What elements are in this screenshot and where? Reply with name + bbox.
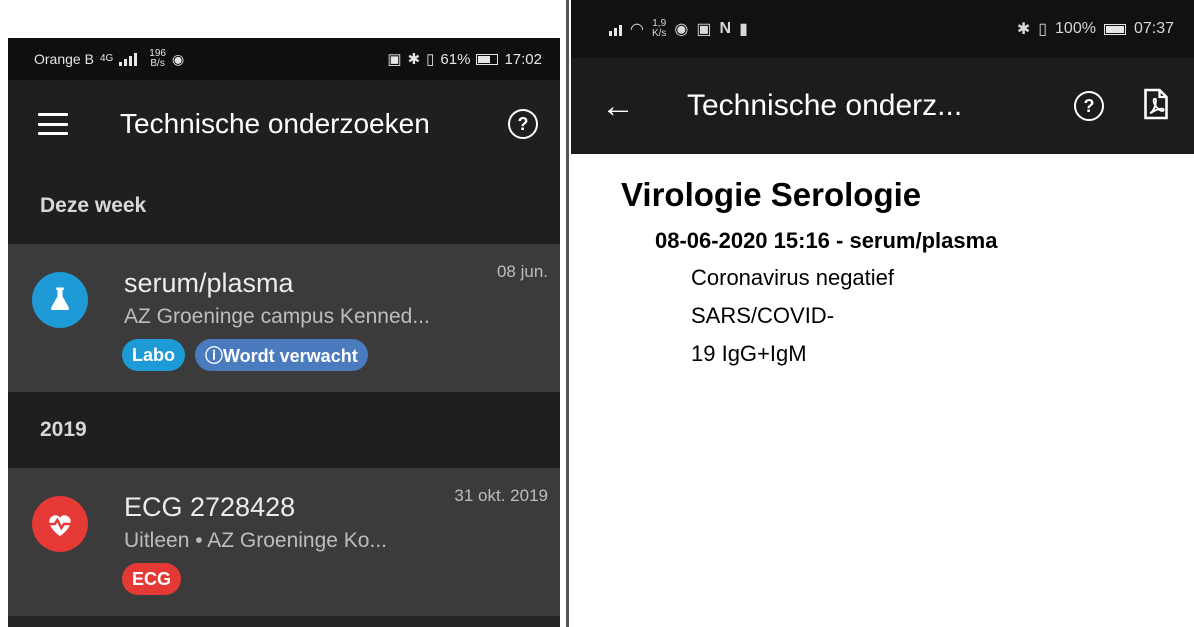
menu-icon[interactable]	[38, 113, 68, 135]
heart-pulse-icon	[32, 496, 88, 552]
data-speed: 196 B/s	[149, 48, 166, 69]
battery-small-icon: ▮	[739, 21, 748, 38]
right-phone-screen: ◠ 1,9 K/s ◉ ▣ N ▮ ✱ ▯ 100% 07:37 ← Techn…	[571, 0, 1194, 627]
pdf-icon[interactable]	[1142, 87, 1170, 126]
item-date: 08 jun.	[496, 262, 548, 281]
left-phone-screen: Orange B 4G 196 B/s ◉ ▣ ✱ ▯ 61% 17:02 Te…	[8, 38, 560, 627]
result-line: Coronavirus negatief	[691, 265, 895, 290]
divider	[566, 0, 569, 627]
app-bar: Technische onderzoeken ?	[8, 80, 560, 168]
clock: 07:37	[1133, 20, 1174, 37]
battery-icon	[476, 53, 499, 65]
list-item-serum-plasma[interactable]: 08 jun. serum/plasma AZ Groeninge campus…	[8, 244, 560, 392]
signal-icon	[609, 22, 622, 36]
nfc-icon: ▣	[387, 51, 402, 68]
labo-chip: Labo	[122, 339, 185, 371]
result-line: 19 IgG+IgM	[691, 341, 807, 366]
battery-icon	[1103, 23, 1126, 35]
result-subheading: 08-06-2020 15:16 - serum/plasma	[655, 228, 998, 253]
flask-icon	[32, 272, 88, 328]
wifi-icon: ◠	[630, 21, 644, 38]
back-arrow-icon[interactable]: ←	[601, 87, 635, 126]
carrier-label: Orange B	[34, 51, 94, 67]
clock: 17:02	[504, 50, 542, 68]
ecg-chip: ECG	[122, 563, 182, 595]
section-header-2019: 2019	[8, 392, 560, 468]
battery-percent: 61%	[440, 50, 471, 68]
bluetooth-icon: ✱	[407, 51, 421, 68]
battery-percent: 100%	[1055, 20, 1096, 37]
network-type: 4G	[99, 53, 114, 64]
data-speed: 1,9 K/s	[651, 18, 667, 39]
result-detail: Virologie Serologie 08-06-2020 15:16 - s…	[571, 154, 1194, 368]
app-bar: ← Technische onderz... ?	[571, 58, 1194, 154]
vibrate-icon: ▯	[1038, 21, 1048, 38]
page-title: Technische onderzoeken	[120, 108, 430, 139]
item-title: serum/plasma	[124, 268, 294, 298]
eye-icon: ◉	[171, 50, 185, 67]
help-icon[interactable]: ?	[1074, 91, 1104, 121]
n-icon: N	[719, 20, 732, 37]
help-icon[interactable]: ?	[508, 109, 538, 139]
status-bar: ◠ 1,9 K/s ◉ ▣ N ▮ ✱ ▯ 100% 07:37	[571, 0, 1194, 58]
eye-icon: ◉	[674, 21, 689, 38]
section-header-this-week: Deze week	[8, 168, 560, 244]
page-title: Technische onderz...	[687, 89, 963, 122]
item-date: 31 okt. 2019	[454, 486, 548, 505]
vibrate-icon: ▯	[426, 51, 435, 68]
nfc-icon: ▣	[696, 21, 712, 38]
expected-status-chip: ⓘWordt verwacht	[195, 339, 368, 371]
signal-icon	[119, 52, 138, 66]
result-heading: Virologie Serologie	[621, 176, 922, 213]
item-subtitle: Uitleen • AZ Groeninge Ko...	[124, 529, 387, 552]
item-subtitle: AZ Groeninge campus Kenned...	[124, 305, 430, 328]
result-line: SARS/COVID-	[691, 303, 835, 328]
status-bar: Orange B 4G 196 B/s ◉ ▣ ✱ ▯ 61% 17:02	[8, 38, 560, 80]
list-item-ecg[interactable]: 31 okt. 2019 ECG 2728428 Uitleen • AZ Gr…	[8, 468, 560, 616]
bluetooth-icon: ✱	[1016, 21, 1031, 38]
